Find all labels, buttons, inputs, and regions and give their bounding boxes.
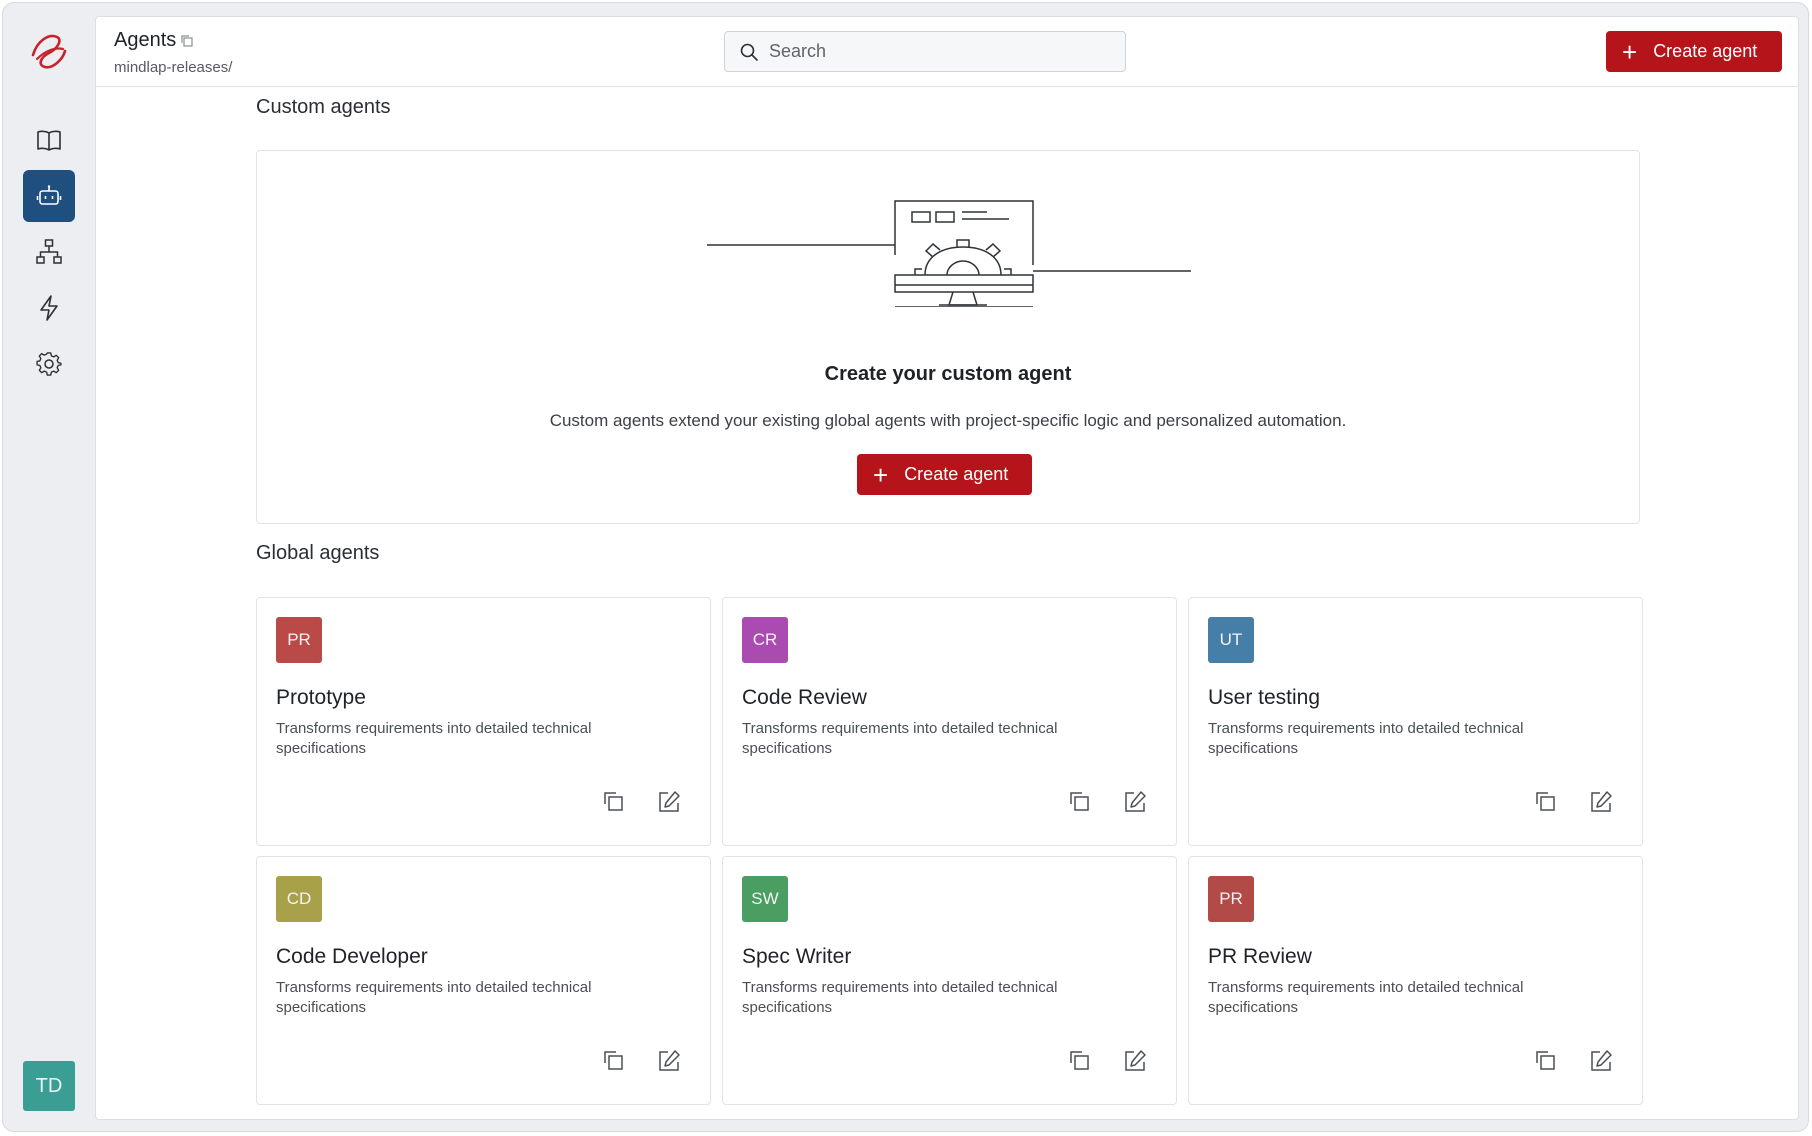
agent-card[interactable]: PR Prototype Transforms requirements int… (256, 597, 711, 846)
edit-icon (659, 791, 680, 812)
sidebar-item-workflows[interactable] (23, 226, 75, 278)
agent-badge: UT (1208, 617, 1254, 663)
sidebar-item-actions[interactable] (23, 282, 75, 334)
gear-icon (36, 352, 62, 376)
agent-name: Code Developer (276, 945, 428, 968)
duplicate-agent-button[interactable] (599, 787, 629, 817)
edit-agent-button[interactable] (1120, 1046, 1150, 1076)
empty-state-title: Create your custom agent (824, 363, 1072, 385)
agent-badge: PR (276, 617, 322, 663)
agent-card[interactable]: UT User testing Transforms requirements … (1188, 597, 1643, 846)
brand-logo-icon (31, 34, 67, 69)
agent-card[interactable]: CD Code Developer Transforms requirement… (256, 856, 711, 1105)
duplicate-icon (604, 1051, 623, 1070)
page-title-row: Agents (114, 29, 194, 52)
agent-badge: CD (276, 876, 322, 922)
agent-name: User testing (1208, 686, 1321, 709)
agent-card[interactable]: PR PR Review Transforms requirements int… (1188, 856, 1643, 1105)
agent-card[interactable]: SW Spec Writer Transforms requirements i… (722, 856, 1177, 1105)
edit-agent-button[interactable] (1586, 787, 1616, 817)
sidebar-item-agents[interactable] (23, 170, 75, 222)
page-title: Agents (114, 29, 177, 51)
search-box[interactable] (724, 31, 1126, 72)
main-panel: Agents mindlap-releases/ + Create agent (95, 16, 1799, 1120)
agent-badge: CR (742, 617, 788, 663)
search-input[interactable] (769, 41, 1099, 62)
duplicate-icon (1070, 792, 1089, 811)
edit-icon (1125, 791, 1146, 812)
agent-card[interactable]: CR Code Review Transforms requirements i… (722, 597, 1177, 846)
lightning-icon (40, 295, 58, 321)
hierarchy-icon (36, 239, 62, 264)
plus-icon: + (1622, 36, 1638, 67)
edit-agent-button[interactable] (1586, 1046, 1616, 1076)
edit-icon (1591, 1050, 1612, 1071)
sidebar-item-settings[interactable] (23, 338, 75, 390)
duplicate-agent-button[interactable] (1065, 1046, 1095, 1076)
sidebar-item-docs[interactable] (23, 114, 75, 166)
agent-name: PR Review (1208, 945, 1312, 968)
duplicate-agent-button[interactable] (599, 1046, 629, 1076)
edit-agent-button[interactable] (654, 1046, 684, 1076)
copy-title-icon[interactable] (180, 34, 194, 48)
top-bar: Agents mindlap-releases/ + Create agent (96, 17, 1798, 87)
duplicate-icon (604, 792, 623, 811)
global-agents-heading: Global agents (256, 542, 380, 564)
breadcrumb[interactable]: mindlap-releases/ (114, 59, 232, 76)
agent-description: Transforms requirements into detailed te… (1208, 979, 1524, 1016)
sidebar: TD (3, 3, 95, 1131)
create-custom-agent-label: Create agent (904, 464, 1009, 484)
search-icon (740, 43, 758, 61)
duplicate-icon (1070, 1051, 1089, 1070)
agent-badge: PR (1208, 876, 1254, 922)
edit-agent-button[interactable] (654, 787, 684, 817)
agent-name: Code Review (742, 686, 867, 709)
duplicate-icon (1536, 792, 1555, 811)
computer-gear-illustration (707, 200, 1191, 307)
custom-agents-heading: Custom agents (256, 96, 391, 118)
edit-agent-button[interactable] (1120, 787, 1150, 817)
duplicate-agent-button[interactable] (1531, 1046, 1561, 1076)
duplicate-agent-button[interactable] (1531, 787, 1561, 817)
edit-icon (1591, 791, 1612, 812)
create-agent-button[interactable]: + Create agent (1606, 31, 1782, 72)
agent-name: Prototype (276, 686, 366, 709)
agent-description: Transforms requirements into detailed te… (1208, 720, 1524, 757)
user-avatar[interactable]: TD (23, 1061, 75, 1111)
bot-icon (36, 185, 62, 205)
create-agent-label: Create agent (1653, 41, 1758, 61)
create-custom-agent-button[interactable]: + Create agent (857, 454, 1032, 495)
agent-description: Transforms requirements into detailed te… (742, 720, 1058, 757)
agent-description: Transforms requirements into detailed te… (276, 979, 592, 1016)
duplicate-icon (1536, 1051, 1555, 1070)
plus-icon: + (873, 459, 889, 490)
app-window: TD Agents mindlap-releases/ + (2, 2, 1809, 1132)
agent-description: Transforms requirements into detailed te… (276, 720, 592, 757)
agent-badge: SW (742, 876, 788, 922)
edit-icon (659, 1050, 680, 1071)
custom-agents-empty-state: Create your custom agent Custom agents e… (256, 150, 1640, 524)
book-icon (37, 130, 61, 151)
edit-icon (1125, 1050, 1146, 1071)
agent-name: Spec Writer (742, 945, 852, 968)
duplicate-agent-button[interactable] (1065, 787, 1095, 817)
agent-description: Transforms requirements into detailed te… (742, 979, 1058, 1016)
brand-logo[interactable] (27, 29, 71, 73)
empty-state-description: Custom agents extend your existing globa… (549, 411, 1347, 430)
